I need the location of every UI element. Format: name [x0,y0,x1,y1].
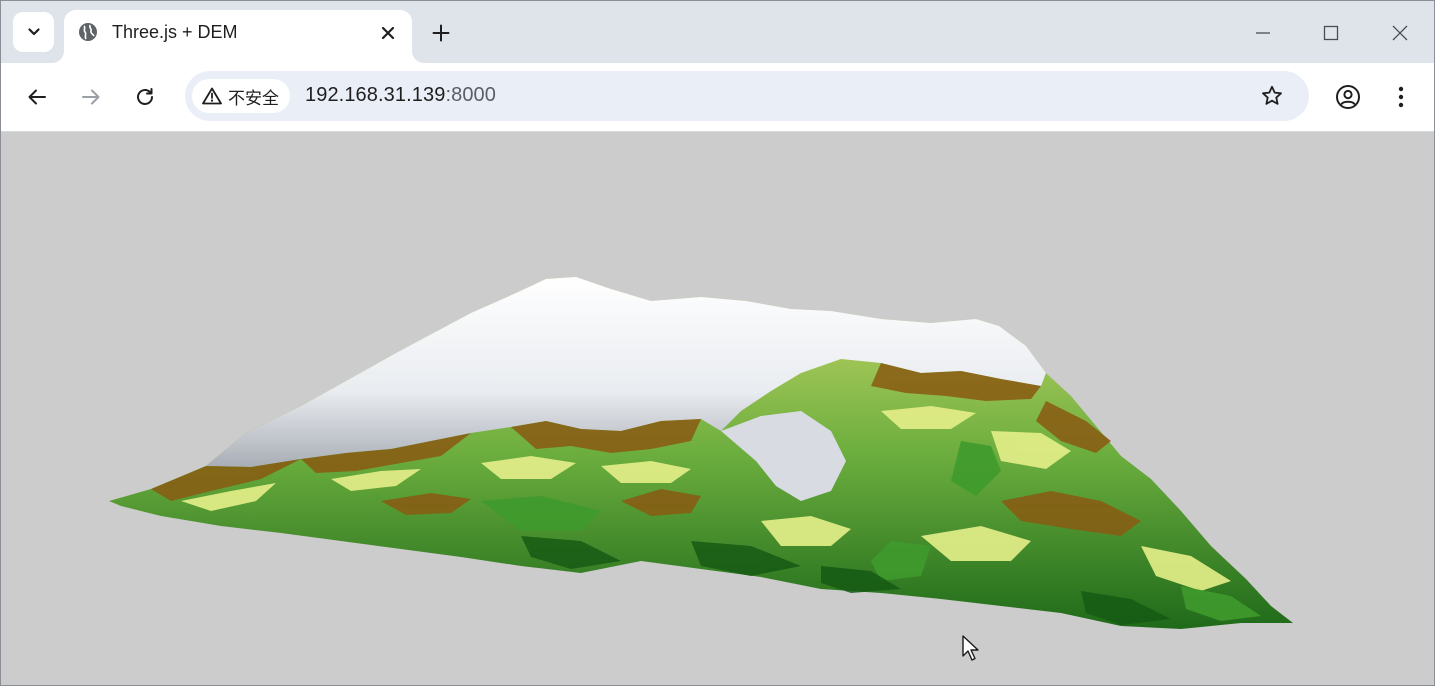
tab-search-button[interactable] [13,12,54,52]
active-tab[interactable]: Three.js + DEM [64,10,412,63]
tab-close-button[interactable] [374,19,402,47]
close-icon [1392,25,1408,41]
globe-icon [79,23,97,41]
more-vert-icon [1398,86,1404,108]
forward-button[interactable] [71,77,111,117]
plus-icon [432,24,450,42]
account-icon [1336,85,1360,109]
address-bar[interactable]: 不安全 192.168.31.139:8000 [185,71,1309,121]
url-port: :8000 [445,84,496,106]
chevron-down-icon [27,28,40,36]
terrain-mesh [109,277,1293,629]
minimize-button[interactable] [1243,13,1283,53]
arrow-right-icon [82,89,100,105]
maximize-button[interactable] [1311,13,1351,53]
close-icon [381,26,395,40]
toolbar: 不安全 192.168.31.139:8000 [1,63,1434,132]
back-button[interactable] [17,77,57,117]
profile-button[interactable] [1328,77,1368,117]
webgl-canvas[interactable] [1,132,1434,685]
reload-button[interactable] [125,77,165,117]
maximize-icon [1323,25,1339,41]
star-icon [1262,85,1282,105]
bookmark-button[interactable] [1257,81,1287,111]
new-tab-button[interactable] [425,17,457,49]
tab-title: Three.js + DEM [112,22,238,42]
browser-window: Three.js + DEM 不安全 192.168.31.139:8000 [0,0,1435,686]
security-label: 不安全 [228,88,279,108]
url-host: 192.168.31.139 [305,84,446,106]
reload-icon [137,88,153,105]
security-indicator[interactable]: 不安全 [192,79,290,113]
minimize-icon [1256,32,1270,34]
warning-icon [202,87,222,105]
mouse-pointer-icon [962,635,979,661]
arrow-left-icon [28,89,46,105]
close-window-button[interactable] [1380,13,1420,53]
url-text[interactable]: 192.168.31.139:8000 [305,84,496,107]
menu-button[interactable] [1381,77,1421,117]
tab-strip: Three.js + DEM [1,1,1434,63]
